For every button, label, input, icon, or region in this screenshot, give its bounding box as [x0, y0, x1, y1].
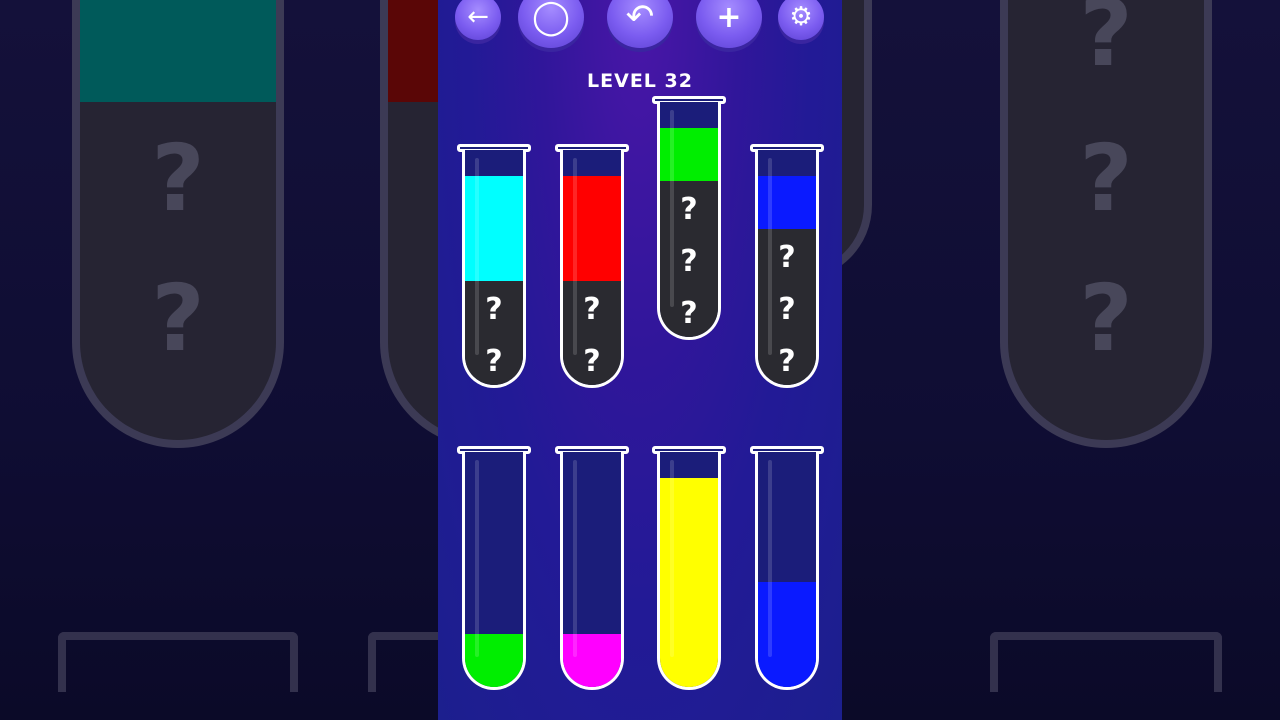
liquid-layer — [465, 227, 523, 281]
undo-button[interactable]: ↶ — [607, 0, 673, 48]
hidden-mark: ? — [778, 292, 796, 327]
hidden-mark: ? — [583, 292, 601, 327]
background-tube — [842, 0, 872, 280]
test-tube[interactable] — [652, 446, 726, 692]
hidden-mark: ? — [583, 344, 601, 379]
tube-shine — [670, 460, 674, 657]
liquid-layer — [660, 529, 718, 583]
test-tube[interactable] — [457, 446, 531, 692]
background-left: ? ? — [0, 0, 438, 720]
tube-shine — [768, 460, 772, 657]
tube-shine — [573, 460, 577, 657]
tube-shine — [768, 158, 772, 355]
test-tube[interactable]: ?? — [555, 144, 629, 390]
liquid-layer — [660, 478, 718, 531]
gear-icon: ⚙ — [789, 2, 813, 32]
tube-shine — [475, 460, 479, 657]
liquid-layer — [758, 582, 816, 635]
undo-icon: ↶ — [625, 0, 655, 37]
background-tube-rim — [58, 632, 298, 692]
arrow-left-icon: ← — [467, 2, 489, 32]
liquid-layer — [563, 227, 621, 281]
background-hidden-mark: ? — [1079, 0, 1133, 87]
tube-shine — [573, 158, 577, 355]
hidden-mark: ? — [680, 296, 698, 331]
test-tube[interactable] — [750, 446, 824, 692]
test-tube[interactable]: ??? — [652, 96, 726, 342]
background-tube — [380, 0, 438, 448]
liquid-layer — [660, 633, 718, 687]
tube-body — [560, 452, 624, 690]
tube-body: ?? — [560, 150, 624, 388]
background-tube-layer — [80, 0, 276, 102]
add-tube-button[interactable]: + — [696, 0, 762, 48]
tube-shine — [475, 158, 479, 355]
hidden-mark: ? — [778, 344, 796, 379]
tube-body — [657, 452, 721, 690]
liquid-layer — [465, 634, 523, 687]
level-title: LEVEL 32 — [587, 70, 693, 92]
hidden-mark: ? — [680, 244, 698, 279]
test-tube[interactable]: ?? — [457, 144, 531, 390]
hidden-mark: ? — [778, 240, 796, 275]
settings-button[interactable]: ⚙ — [778, 0, 824, 40]
background-tube-rim — [990, 632, 1222, 692]
background-tube: ? ? ? — [1000, 0, 1212, 448]
tube-body: ??? — [755, 150, 819, 388]
liquid-layer — [465, 176, 523, 229]
test-tube[interactable] — [555, 446, 629, 692]
background-hidden-mark: ? — [1079, 125, 1133, 232]
tube-body: ?? — [462, 150, 526, 388]
hidden-mark: ? — [485, 344, 503, 379]
restart-icon: ◯ — [531, 0, 571, 37]
tube-shine — [670, 110, 674, 307]
liquid-layer — [660, 581, 718, 635]
background-hidden-mark: ? — [1079, 265, 1133, 372]
background-tube-rim — [368, 632, 438, 692]
hidden-mark: ? — [680, 192, 698, 227]
tube-body — [462, 452, 526, 690]
back-button[interactable]: ← — [455, 0, 501, 40]
liquid-layer — [563, 176, 621, 229]
liquid-layer — [563, 634, 621, 687]
background-tube-layer — [388, 0, 438, 102]
add-tube-icon: + — [716, 0, 742, 35]
test-tube[interactable]: ??? — [750, 144, 824, 390]
liquid-layer — [758, 176, 816, 229]
restart-button[interactable]: ◯ — [518, 0, 584, 48]
background-right: ? ? ? — [842, 0, 1280, 720]
background-tube: ? ? — [72, 0, 284, 448]
background-hidden-mark: ? — [151, 265, 205, 372]
tube-body — [755, 452, 819, 690]
game-panel: ← ◯ ↶ + ⚙ LEVEL 32 ?????????? — [438, 0, 842, 720]
tube-body: ??? — [657, 102, 721, 340]
liquid-layer — [758, 633, 816, 687]
liquid-layer — [660, 128, 718, 181]
hidden-mark: ? — [485, 292, 503, 327]
background-hidden-mark: ? — [151, 125, 205, 232]
